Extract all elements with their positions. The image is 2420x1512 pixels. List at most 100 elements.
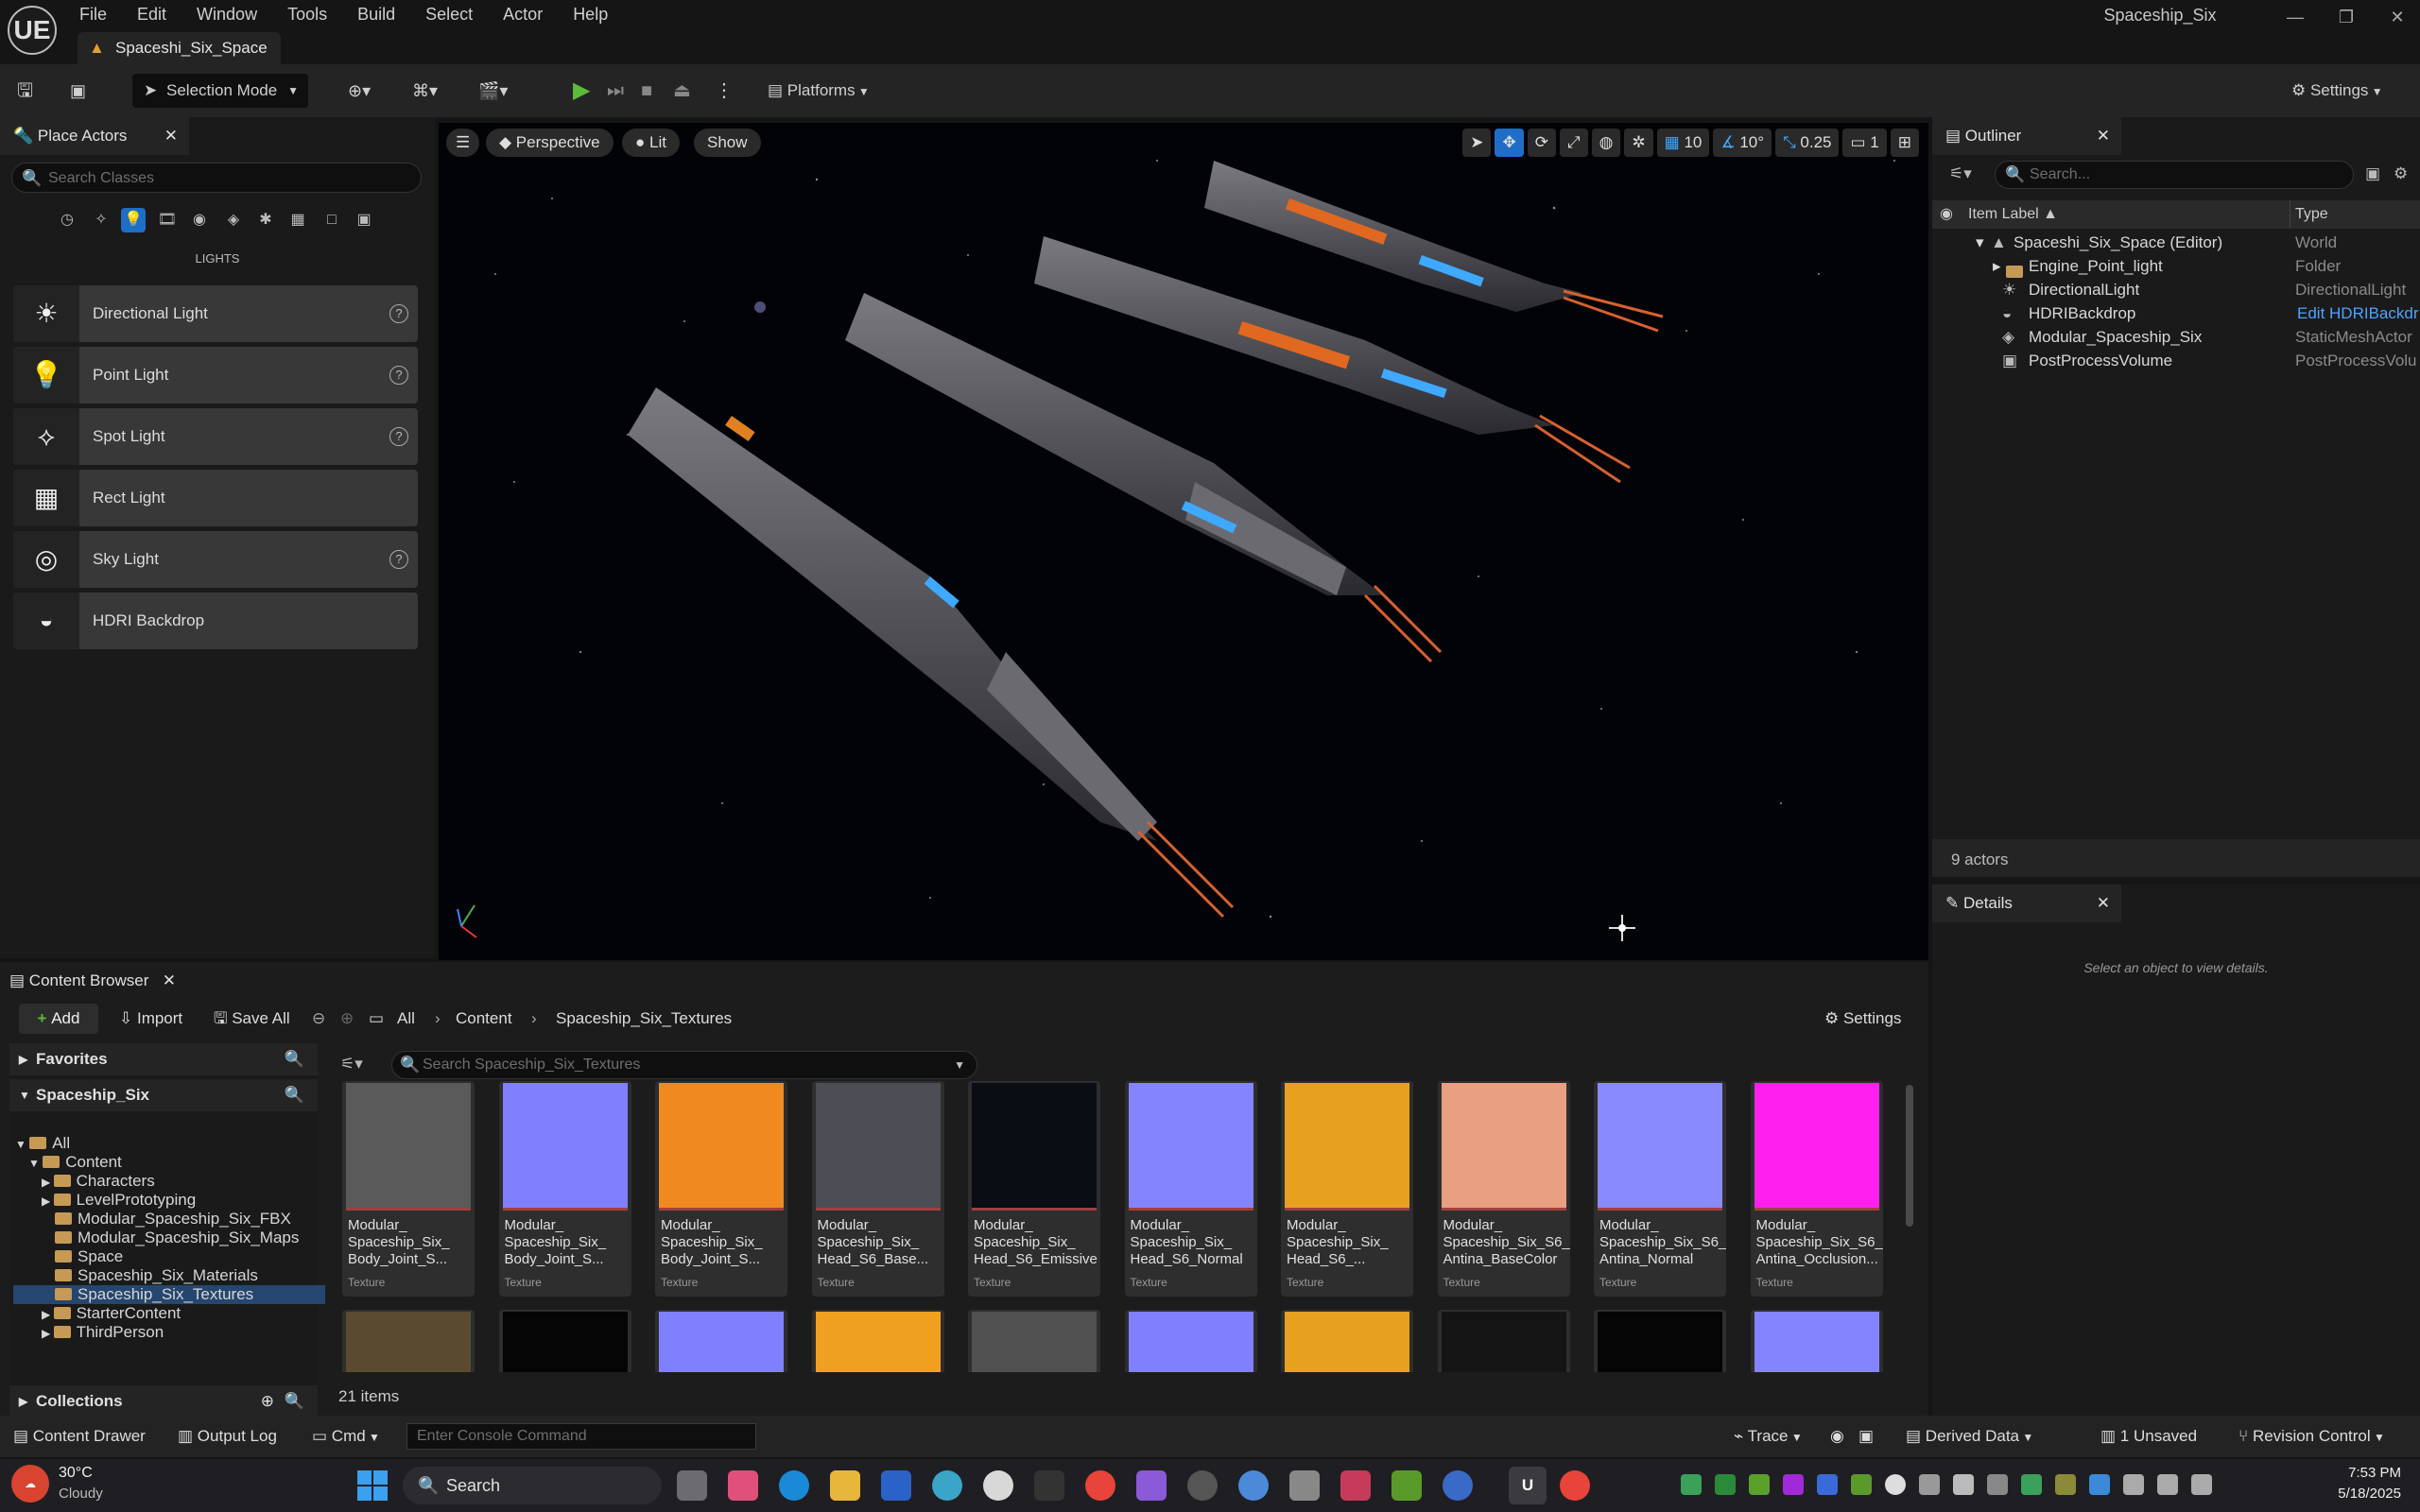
menu-build[interactable]: Build xyxy=(344,0,412,28)
console-input[interactable]: Enter Console Command xyxy=(406,1423,756,1450)
app-icon[interactable] xyxy=(1136,1470,1167,1501)
perspective-button[interactable]: ◆ Perspective xyxy=(486,129,614,157)
cmd-dropdown[interactable]: ▭ Cmd ▼ xyxy=(312,1416,380,1458)
collections-header[interactable]: ▶ Collections ⊕ 🔍 xyxy=(9,1385,318,1418)
project-header[interactable]: ▼ Spaceship_Six 🔍 xyxy=(9,1079,318,1111)
unreal-logo-icon[interactable]: UE xyxy=(8,6,57,55)
tray-icon[interactable] xyxy=(1987,1474,2008,1495)
settings-dropdown[interactable]: ⚙ Settings ▼ xyxy=(2291,74,2383,108)
show-button[interactable]: Show xyxy=(694,129,761,157)
details-tab[interactable]: ✎ Details ✕ xyxy=(1932,885,2121,922)
expand-arrow-icon[interactable]: ▾ xyxy=(1976,231,1984,254)
scrollbar[interactable] xyxy=(1906,1085,1913,1227)
actor-point-light[interactable]: 💡 Point Light ? xyxy=(13,347,418,404)
search-icon[interactable]: 🔍 xyxy=(285,1043,304,1075)
eject-button[interactable]: ⏏ xyxy=(673,74,691,108)
platforms-dropdown[interactable]: ▤ Platforms ▼ xyxy=(768,74,870,108)
help-icon[interactable]: ? xyxy=(389,304,408,323)
asset-tile[interactable] xyxy=(968,1310,1100,1372)
restore-button[interactable]: ❐ xyxy=(2329,4,2363,30)
tray-icon[interactable] xyxy=(2021,1474,2042,1495)
menu-help[interactable]: Help xyxy=(560,0,625,28)
add-folder-icon[interactable]: ▣ xyxy=(2365,164,2380,183)
close-icon[interactable]: ✕ xyxy=(2097,885,2110,922)
asset-tile[interactable]: Modular_ Spaceship_Six_S6_ Antina_BaseCo… xyxy=(1437,1081,1570,1297)
tree-item-thirdperson[interactable]: ▶ ThirdPerson xyxy=(42,1323,164,1342)
scale-snap-button[interactable]: ⤡ 0.25 xyxy=(1775,129,1840,157)
volume-icon[interactable] xyxy=(2157,1474,2178,1495)
battery-icon[interactable] xyxy=(2191,1474,2212,1495)
menu-file[interactable]: File xyxy=(66,0,124,28)
tree-item-fbx[interactable]: Modular_Spaceship_Six_FBX xyxy=(55,1210,291,1228)
menu-window[interactable]: Window xyxy=(183,0,274,28)
world-space-icon[interactable]: ◍ xyxy=(1591,129,1621,157)
outliner-row[interactable]: ☀ DirectionalLight DirectionalLight xyxy=(1932,278,2420,301)
revision-control-dropdown[interactable]: ⑂ Revision Control ▼ xyxy=(2238,1416,2385,1458)
clock-time[interactable]: 7:53 PM xyxy=(2288,1465,2401,1481)
edit-hdri-link[interactable]: Edit HDRIBackdr xyxy=(2297,301,2418,325)
basic-icon[interactable]: ✧ xyxy=(89,208,113,232)
rotate-tool-icon[interactable]: ⟳ xyxy=(1527,129,1556,157)
record-icon[interactable]: ◉ xyxy=(1830,1416,1844,1457)
close-icon[interactable]: ✕ xyxy=(164,117,178,155)
tray-icon[interactable] xyxy=(1953,1474,1974,1495)
tray-icon[interactable] xyxy=(1919,1474,1940,1495)
eye-icon[interactable]: ◉ xyxy=(1940,200,1953,229)
cinematics-icon[interactable]: 🎬▾ xyxy=(478,74,508,108)
menu-actor[interactable]: Actor xyxy=(490,0,560,28)
close-icon[interactable]: ✕ xyxy=(2097,117,2110,155)
tray-icon[interactable] xyxy=(1851,1474,1872,1495)
unreal-taskbar-icon[interactable]: U xyxy=(1509,1467,1547,1504)
breadcrumb-textures[interactable]: Spaceship_Six_Textures xyxy=(556,1004,732,1034)
tray-icon[interactable] xyxy=(1783,1474,1804,1495)
app-icon[interactable] xyxy=(1034,1470,1064,1501)
asset-tile[interactable] xyxy=(498,1310,631,1372)
steam-icon[interactable] xyxy=(1187,1470,1218,1501)
search-classes-input[interactable]: 🔍 Search Classes xyxy=(11,163,422,193)
tray-icon[interactable] xyxy=(2089,1474,2110,1495)
app-icon[interactable] xyxy=(1289,1470,1320,1501)
camera-speed-button[interactable]: ▭ 1 xyxy=(1842,129,1887,157)
save-icon[interactable]: 🖫 xyxy=(17,74,33,108)
trace-dropdown[interactable]: ⌁ Trace ▼ xyxy=(1734,1416,1803,1458)
layout-icon[interactable]: ⊞ xyxy=(1890,129,1919,157)
breadcrumb-content[interactable]: Content xyxy=(456,1004,512,1034)
asset-tile[interactable]: Modular_ Spaceship_Six_ Head_S6_Emissive… xyxy=(968,1081,1100,1297)
more-options-icon[interactable]: ⋮ xyxy=(715,74,734,108)
folder-icon[interactable]: ▭ xyxy=(369,1004,384,1034)
asset-tile[interactable] xyxy=(1437,1310,1570,1372)
tree-item-materials[interactable]: Spaceship_Six_Materials xyxy=(55,1266,258,1285)
level-tab[interactable]: ▲ Spaceshi_Six_Space xyxy=(78,32,281,64)
asset-tile[interactable] xyxy=(811,1310,944,1372)
tray-icon[interactable] xyxy=(2055,1474,2076,1495)
app-icon[interactable] xyxy=(1443,1470,1473,1501)
menu-tools[interactable]: Tools xyxy=(274,0,344,28)
derived-data-dropdown[interactable]: ▤ Derived Data ▼ xyxy=(1906,1416,2033,1458)
help-icon[interactable]: ? xyxy=(389,550,408,569)
windows-start-icon[interactable] xyxy=(355,1469,389,1503)
content-drawer-button[interactable]: ▤ Content Drawer xyxy=(13,1416,146,1457)
geometry-icon[interactable]: ◈ xyxy=(221,208,246,232)
asset-tile[interactable]: Modular_ Spaceship_Six_S6_ Antina_Occlus… xyxy=(1750,1081,1883,1297)
import-button[interactable]: ⇩ Import xyxy=(119,1004,182,1034)
stop-button[interactable]: ■ xyxy=(641,74,652,108)
app-icon[interactable] xyxy=(932,1470,962,1501)
outliner-row[interactable]: ◒ HDRIBackdrop Edit HDRIBackdr xyxy=(1932,301,2420,325)
grid-snap-button[interactable]: ▦ 10 xyxy=(1656,129,1710,157)
forward-icon[interactable]: ⊕ xyxy=(340,1004,354,1034)
classes-icon[interactable]: ▦ xyxy=(285,208,310,232)
tray-icon[interactable] xyxy=(1715,1474,1736,1495)
snapshot-icon[interactable]: ▣ xyxy=(1858,1416,1874,1457)
lit-button[interactable]: ● Lit xyxy=(622,129,680,157)
asset-tile[interactable] xyxy=(342,1310,475,1372)
search-icon[interactable]: 🔍 xyxy=(285,1385,304,1418)
close-window-button[interactable]: ✕ xyxy=(2380,4,2414,30)
breadcrumb-all[interactable]: All xyxy=(397,1004,415,1034)
step-button[interactable]: ⏭ xyxy=(607,74,624,108)
asset-tile[interactable] xyxy=(1594,1310,1726,1372)
filter-icon[interactable]: ⚟▾ xyxy=(1949,164,1972,183)
all-classes-icon[interactable]: ▣ xyxy=(352,208,376,232)
col-type[interactable]: Type xyxy=(2295,200,2328,229)
file-explorer-icon[interactable] xyxy=(830,1470,860,1501)
content-browser-tab[interactable]: ▤ Content Browser ✕ xyxy=(0,962,189,1000)
